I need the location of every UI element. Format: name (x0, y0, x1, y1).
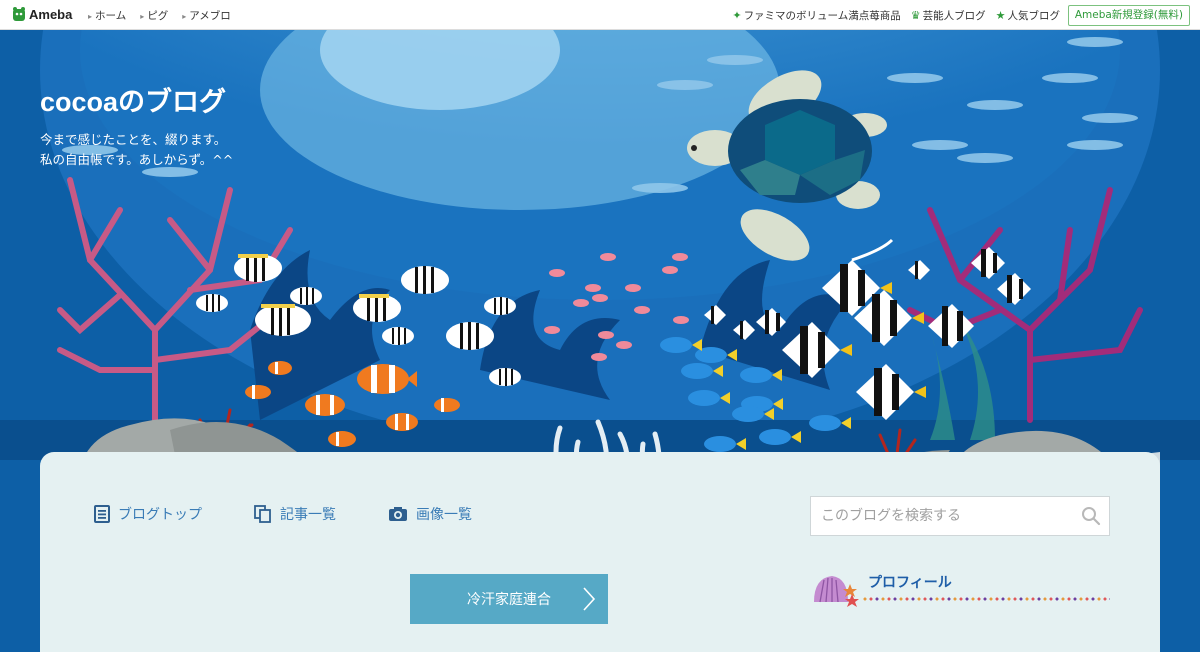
nav-home[interactable]: ホーム (88, 8, 126, 23)
ameba-mascot-icon (13, 7, 25, 21)
promo-link[interactable]: ✦ ファミマのボリューム満点苺商品 (732, 8, 900, 23)
blog-title[interactable]: cocoaのブログ (40, 80, 226, 119)
tab-article-list[interactable]: 記事一覧 (254, 504, 336, 524)
category-button[interactable]: 冷汗家庭連合 (410, 574, 608, 624)
tab-image-list-label: 画像一覧 (416, 507, 472, 523)
top-bar: Ameba ホーム ピグ アメブロ ✦ファミマのボリューム満点苺商品 ♛芸能人ブ… (0, 0, 1200, 30)
camera-icon (389, 507, 407, 521)
global-nav: ホーム ピグ アメブロ (88, 0, 231, 30)
nav-pigg[interactable]: ピグ (140, 8, 168, 23)
tab-blog-top-label: ブログトップ (118, 507, 202, 523)
seashell-icon (814, 576, 859, 607)
profile-title: プロフィール (868, 575, 952, 591)
logo-text: Ameba (29, 6, 73, 22)
tab-image-list[interactable]: 画像一覧 (388, 504, 472, 524)
ameba-logo[interactable]: Ameba (12, 6, 72, 22)
register-button[interactable]: Ameba新規登録(無料) (1067, 5, 1190, 26)
blog-search-input[interactable] (811, 497, 1081, 535)
celebrity-blog-label: 芸能人ブログ (922, 9, 986, 22)
category-button-label: 冷汗家庭連合 (467, 592, 551, 608)
sparkle-icon: ✦ (732, 8, 742, 22)
tab-article-list-label: 記事一覧 (280, 507, 336, 523)
blog-description-line-2: 私の自由帳です。あしからず。^^ (40, 152, 234, 167)
blog-search-box (810, 496, 1110, 536)
blog-nav-tabs: ブログトップ 記事一覧 画像一覧 (94, 504, 472, 524)
tab-blog-top[interactable]: ブログトップ (94, 504, 202, 524)
crown-icon: ♛ (910, 8, 921, 22)
promo-link-label: ファミマのボリューム満点苺商品 (743, 9, 901, 22)
search-icon[interactable] (1081, 506, 1101, 526)
chevron-right-icon (583, 587, 596, 611)
copy-pages-icon (254, 505, 271, 523)
blog-description-line-1: 今まで感じたことを、綴ります。 (40, 132, 227, 147)
blog-description: 今まで感じたことを、綴ります。 私の自由帳です。あしからず。^^ (40, 130, 233, 170)
decorative-dots (862, 596, 1110, 602)
popular-blog-label: 人気ブログ (1007, 9, 1061, 22)
popular-blog-link[interactable]: ★ 人気ブログ (996, 8, 1060, 23)
star-icon: ★ (995, 8, 1006, 22)
document-icon (94, 505, 110, 523)
celebrity-blog-link[interactable]: ♛ 芸能人ブログ (911, 8, 986, 23)
nav-ameblo[interactable]: アメブロ (182, 8, 230, 23)
header-right-links: ✦ ファミマのボリューム満点苺商品 ♛ 芸能人ブログ ★ 人気ブログ (732, 0, 1060, 30)
